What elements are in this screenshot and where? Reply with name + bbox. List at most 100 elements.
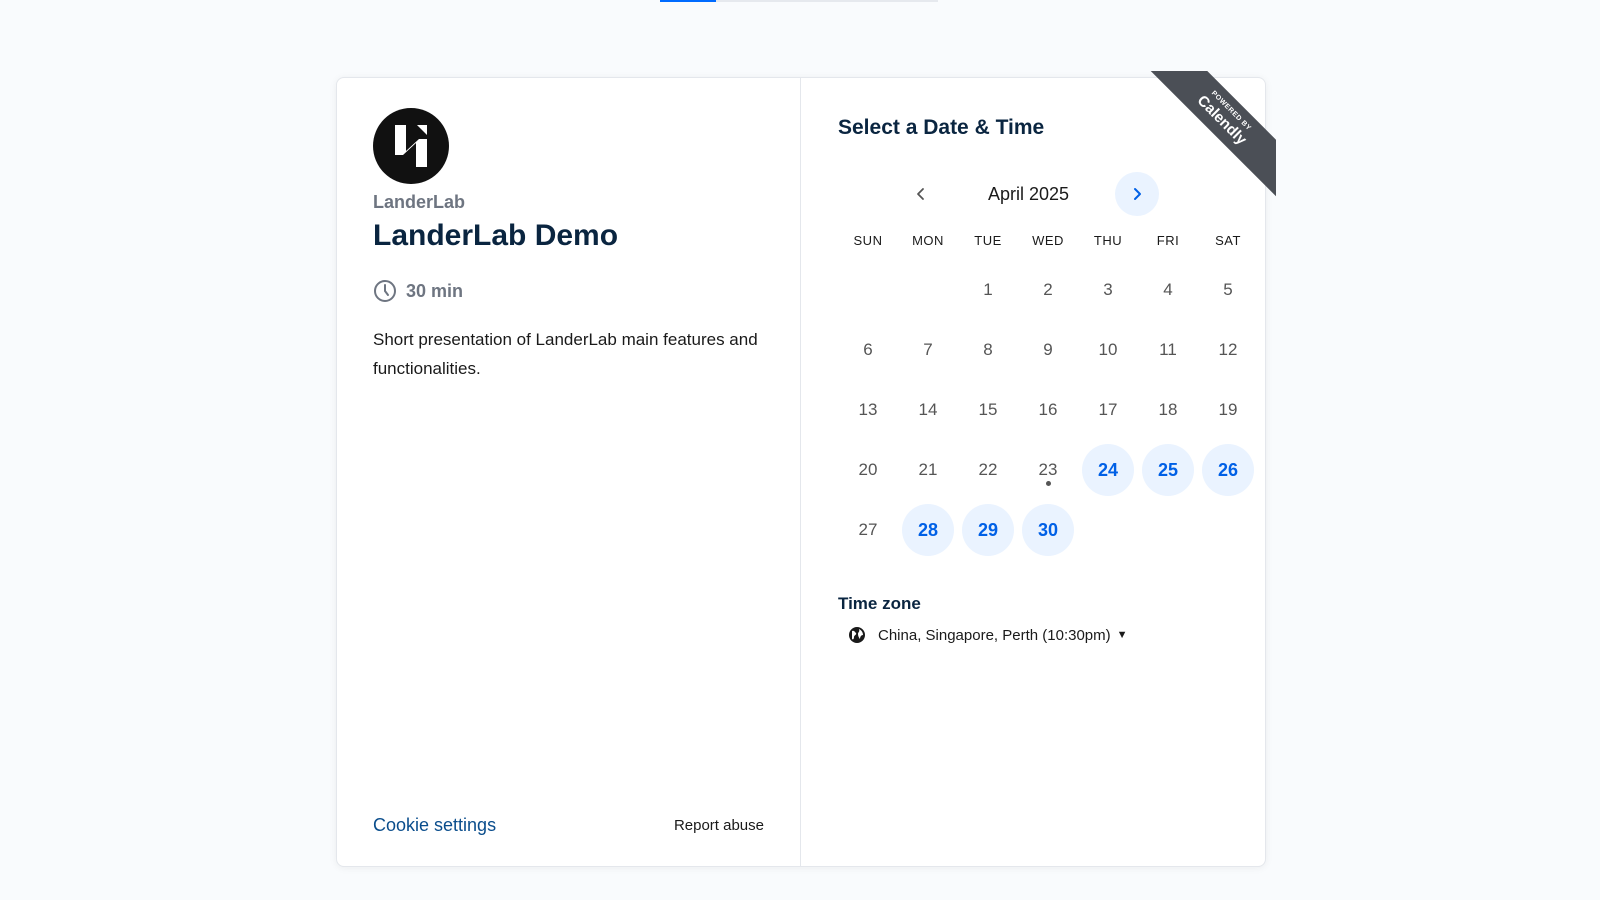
calendar-day-8: 8 — [958, 320, 1018, 380]
available-day-26[interactable]: 26 — [1198, 440, 1258, 500]
calendar-day-2: 2 — [1018, 260, 1078, 320]
day-number: 17 — [1098, 400, 1118, 419]
calendar-empty-cell — [838, 260, 898, 320]
month-label: April 2025 — [987, 183, 1070, 204]
day-number: 27 — [858, 520, 878, 539]
calendar-day-7: 7 — [898, 320, 958, 380]
top-progress-bar — [660, 0, 938, 2]
calendar-day-10: 10 — [1078, 320, 1138, 380]
calendar-day-3: 3 — [1078, 260, 1138, 320]
calendar-day-27: 27 — [838, 500, 898, 560]
day-number: 8 — [983, 340, 993, 359]
chevron-right-icon — [1133, 188, 1141, 200]
calendar-day-6: 6 — [838, 320, 898, 380]
event-title: LanderLab Demo — [373, 219, 619, 252]
organizer-name: LanderLab — [373, 192, 466, 212]
calendar-day-11: 11 — [1138, 320, 1198, 380]
calendar-day-18: 18 — [1138, 380, 1198, 440]
day-number: 10 — [1098, 340, 1118, 359]
calendar-day-9: 9 — [1018, 320, 1078, 380]
timezone-label: Time zone — [838, 594, 921, 613]
organizer-logo — [373, 108, 449, 184]
day-number: 14 — [918, 400, 938, 419]
timezone-value: China, Singapore, Perth (10:30pm) — [878, 626, 1111, 644]
top-progress-fill — [660, 0, 716, 2]
calendar-day-19: 19 — [1198, 380, 1258, 440]
calendar-day-15: 15 — [958, 380, 1018, 440]
powered-by-calendly-badge[interactable]: POWERED BY Calendly — [1150, 71, 1276, 197]
cookie-settings-link[interactable]: Cookie settings — [373, 815, 496, 836]
available-day-circle[interactable]: 30 — [1022, 504, 1074, 556]
weekday-thu: THU — [1093, 233, 1123, 248]
day-number: 22 — [978, 460, 998, 479]
day-number: 29 — [977, 519, 999, 540]
day-number: 6 — [863, 340, 873, 359]
booking-card: LanderLab LanderLab Demo 30 min Short pr… — [336, 77, 1266, 867]
weekday-fri: FRI — [1156, 233, 1180, 248]
day-number: 21 — [918, 460, 938, 479]
report-abuse-link[interactable]: Report abuse — [674, 817, 764, 834]
day-number: 30 — [1037, 519, 1059, 540]
weekday-wed: WED — [1032, 233, 1064, 248]
day-number: 2 — [1043, 280, 1053, 299]
ribbon: POWERED BY Calendly — [1150, 71, 1276, 197]
landerlab-logo-icon — [395, 125, 427, 167]
available-day-29[interactable]: 29 — [958, 500, 1018, 560]
calendar-day-23: 23 — [1018, 440, 1078, 500]
available-day-circle[interactable]: 24 — [1082, 444, 1134, 496]
available-day-circle[interactable]: 29 — [962, 504, 1014, 556]
day-number: 20 — [858, 460, 878, 479]
day-number: 28 — [917, 519, 939, 540]
available-day-30[interactable]: 30 — [1018, 500, 1078, 560]
day-number: 7 — [923, 340, 933, 359]
clock-icon — [374, 280, 396, 302]
calendar-day-22: 22 — [958, 440, 1018, 500]
weekday-mon: MON — [912, 233, 944, 248]
event-description: Short presentation of LanderLab main fea… — [373, 330, 758, 378]
day-number: 19 — [1218, 400, 1238, 419]
calendar-day-20: 20 — [838, 440, 898, 500]
day-number: 15 — [978, 400, 998, 419]
calendar-grid: 1 2 3 4 5 6 7 8 9 10 11 12 13 14 15 16 17 18 19 20 21 22 23 24 2… — [838, 260, 1254, 560]
weekday-sat: SAT — [1215, 233, 1241, 248]
calendar-day-4: 4 — [1138, 260, 1198, 320]
caret-down-icon: ▼ — [1116, 629, 1128, 641]
day-number: 3 — [1103, 280, 1113, 299]
event-duration: 30 min — [373, 279, 764, 303]
calendar-day-12: 12 — [1198, 320, 1258, 380]
chevron-left-icon — [916, 188, 924, 200]
day-number: 23 — [1038, 460, 1058, 479]
calendar-day-21: 21 — [898, 440, 958, 500]
calendar-day-14: 14 — [898, 380, 958, 440]
day-number: 1 — [983, 280, 993, 299]
available-day-circle[interactable]: 25 — [1142, 444, 1194, 496]
available-day-28[interactable]: 28 — [898, 500, 958, 560]
available-day-24[interactable]: 24 — [1078, 440, 1138, 500]
day-number: 11 — [1159, 340, 1177, 359]
available-day-circle[interactable]: 26 — [1202, 444, 1254, 496]
event-details-panel: LanderLab LanderLab Demo 30 min Short pr… — [337, 78, 801, 866]
calendar-day-17: 17 — [1078, 380, 1138, 440]
day-number: 9 — [1043, 340, 1053, 359]
calendar-empty-cell — [898, 260, 958, 320]
timezone-select[interactable]: China, Singapore, Perth (10:30pm) ▼ — [848, 626, 1235, 644]
calendar-day-13: 13 — [838, 380, 898, 440]
day-number: 13 — [858, 400, 878, 419]
available-day-25[interactable]: 25 — [1138, 440, 1198, 500]
calendar-day-5: 5 — [1198, 260, 1258, 320]
day-number: 12 — [1218, 340, 1238, 359]
duration-label: 30 min — [406, 280, 464, 301]
weekday-sun: SUN — [853, 233, 883, 248]
left-footer: Cookie settings Report abuse — [373, 815, 764, 836]
calendar-day-16: 16 — [1018, 380, 1078, 440]
weekday-header: SUN MON TUE WED THU FRI SAT — [838, 233, 1241, 248]
day-number: 18 — [1158, 400, 1178, 419]
weekday-tue: TUE — [974, 233, 1002, 248]
day-number: 24 — [1097, 459, 1119, 480]
day-number: 16 — [1038, 400, 1058, 419]
calendar-day-1: 1 — [958, 260, 1018, 320]
day-number: 25 — [1157, 459, 1179, 480]
previous-month-button[interactable] — [899, 172, 943, 216]
day-number: 26 — [1217, 459, 1239, 480]
available-day-circle[interactable]: 28 — [902, 504, 954, 556]
